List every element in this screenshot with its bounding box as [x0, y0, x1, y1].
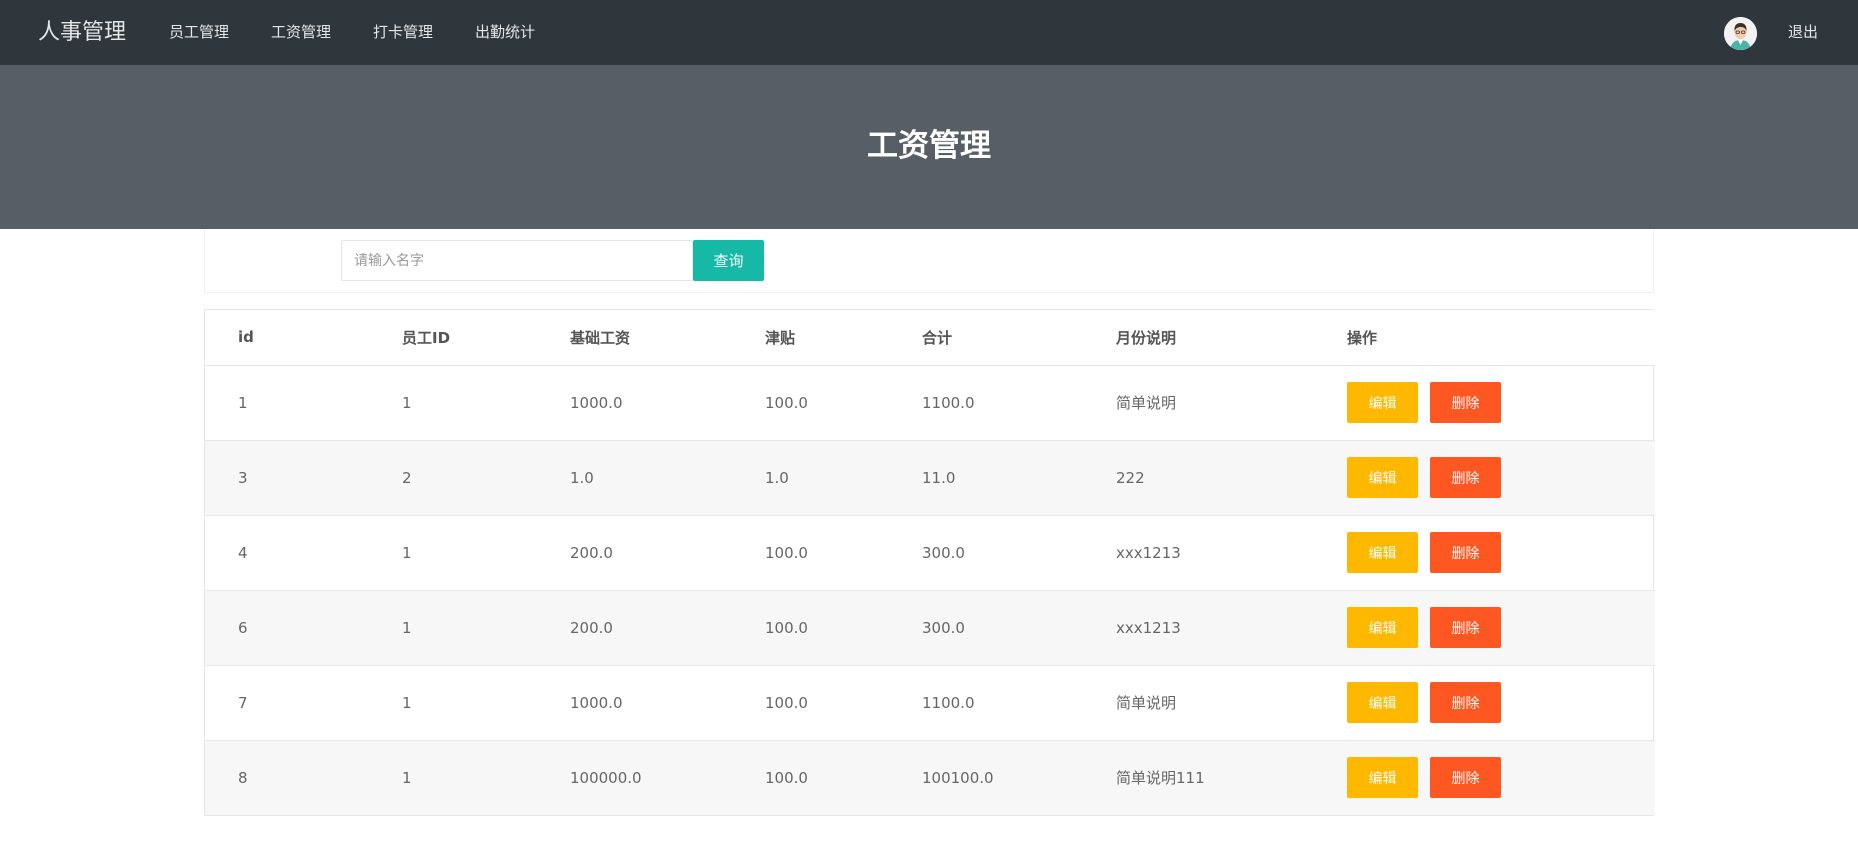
top-navbar: 人事管理 员工管理 工资管理 打卡管理 出勤统计 退出 [0, 0, 1858, 65]
search-input[interactable] [341, 240, 693, 281]
cell-employee-id: 1 [369, 590, 537, 666]
delete-button[interactable]: 删除 [1430, 607, 1501, 648]
cell-employee-id: 1 [369, 740, 537, 815]
cell-employee-id: 1 [369, 515, 537, 591]
edit-button[interactable]: 编辑 [1347, 757, 1418, 799]
cell-id: 3 [205, 440, 369, 516]
delete-button[interactable]: 删除 [1430, 682, 1501, 723]
cell-total: 300.0 [889, 515, 1083, 591]
cell-month-note: 222 [1083, 440, 1314, 516]
edit-button[interactable]: 编辑 [1347, 382, 1418, 423]
column-header-base-salary: 基础工资 [537, 310, 732, 366]
cell-actions: 编辑 删除 [1314, 515, 1655, 591]
delete-button[interactable]: 删除 [1430, 757, 1501, 799]
nav-item-attendance[interactable]: 出勤统计 [454, 0, 556, 65]
cell-allowance: 100.0 [732, 590, 889, 666]
nav-item-employees[interactable]: 员工管理 [148, 0, 250, 65]
cell-total: 300.0 [889, 590, 1083, 666]
cell-actions: 编辑 删除 [1314, 590, 1655, 666]
cell-month-note: 简单说明111 [1083, 740, 1314, 815]
edit-button[interactable]: 编辑 [1347, 457, 1418, 498]
edit-button[interactable]: 编辑 [1347, 532, 1418, 573]
table-row: 4 1 200.0 100.0 300.0 xxx1213 编辑 删除 [205, 515, 1655, 591]
column-header-actions: 操作 [1314, 310, 1655, 366]
cell-month-note: 简单说明 [1083, 665, 1314, 741]
cell-base-salary: 1.0 [537, 440, 732, 516]
cell-total: 1100.0 [889, 365, 1083, 441]
column-header-total: 合计 [889, 310, 1083, 366]
cell-allowance: 100.0 [732, 665, 889, 741]
cell-allowance: 100.0 [732, 365, 889, 441]
column-header-allowance: 津贴 [732, 310, 889, 366]
cell-month-note: xxx1213 [1083, 515, 1314, 591]
user-avatar[interactable] [1724, 17, 1757, 50]
cell-employee-id: 2 [369, 440, 537, 516]
cell-id: 8 [205, 740, 369, 815]
cell-base-salary: 1000.0 [537, 665, 732, 741]
edit-button[interactable]: 编辑 [1347, 682, 1418, 723]
cell-id: 7 [205, 665, 369, 741]
table-row: 7 1 1000.0 100.0 1100.0 简单说明 编辑 删除 [205, 665, 1655, 741]
delete-button[interactable]: 删除 [1430, 457, 1501, 498]
cell-total: 1100.0 [889, 665, 1083, 741]
cell-id: 4 [205, 515, 369, 591]
table-header-row: id 员工ID 基础工资 津贴 合计 月份说明 操作 [205, 310, 1655, 366]
table-row: 1 1 1000.0 100.0 1100.0 简单说明 编辑 删除 [205, 365, 1655, 441]
delete-button[interactable]: 删除 [1430, 532, 1501, 573]
main-nav: 员工管理 工资管理 打卡管理 出勤统计 [148, 0, 556, 65]
cell-id: 1 [205, 365, 369, 441]
cell-actions: 编辑 删除 [1314, 740, 1655, 815]
page-title: 工资管理 [867, 128, 991, 164]
cell-base-salary: 1000.0 [537, 365, 732, 441]
app-brand[interactable]: 人事管理 [38, 0, 126, 65]
search-button[interactable]: 查询 [693, 240, 764, 281]
cell-base-salary: 100000.0 [537, 740, 732, 815]
nav-item-salary[interactable]: 工资管理 [250, 0, 352, 65]
cell-month-note: 简单说明 [1083, 365, 1314, 441]
edit-button[interactable]: 编辑 [1347, 607, 1418, 648]
cell-month-note: xxx1213 [1083, 590, 1314, 666]
avatar-person-icon [1724, 17, 1757, 50]
cell-employee-id: 1 [369, 365, 537, 441]
column-header-id: id [205, 310, 369, 366]
column-header-employee-id: 员工ID [369, 310, 537, 366]
cell-actions: 编辑 删除 [1314, 440, 1655, 516]
cell-allowance: 100.0 [732, 515, 889, 591]
cell-employee-id: 1 [369, 665, 537, 741]
cell-total: 100100.0 [889, 740, 1083, 815]
table-row: 3 2 1.0 1.0 11.0 222 编辑 删除 [205, 440, 1655, 516]
table-row: 8 1 100000.0 100.0 100100.0 简单说明111 编辑 删除 [205, 740, 1655, 815]
logout-link[interactable]: 退出 [1778, 0, 1828, 65]
salary-table: id 员工ID 基础工资 津贴 合计 月份说明 操作 1 1 1000.0 10… [204, 309, 1655, 816]
delete-button[interactable]: 删除 [1430, 382, 1501, 423]
cell-allowance: 1.0 [732, 440, 889, 516]
cell-allowance: 100.0 [732, 740, 889, 815]
cell-actions: 编辑 删除 [1314, 665, 1655, 741]
cell-actions: 编辑 删除 [1314, 365, 1655, 441]
cell-base-salary: 200.0 [537, 515, 732, 591]
cell-id: 6 [205, 590, 369, 666]
cell-base-salary: 200.0 [537, 590, 732, 666]
column-header-month-note: 月份说明 [1083, 310, 1314, 366]
cell-total: 11.0 [889, 440, 1083, 516]
nav-item-clock-in[interactable]: 打卡管理 [352, 0, 454, 65]
table-row: 6 1 200.0 100.0 300.0 xxx1213 编辑 删除 [205, 590, 1655, 666]
page-banner: 工资管理 [0, 65, 1858, 229]
